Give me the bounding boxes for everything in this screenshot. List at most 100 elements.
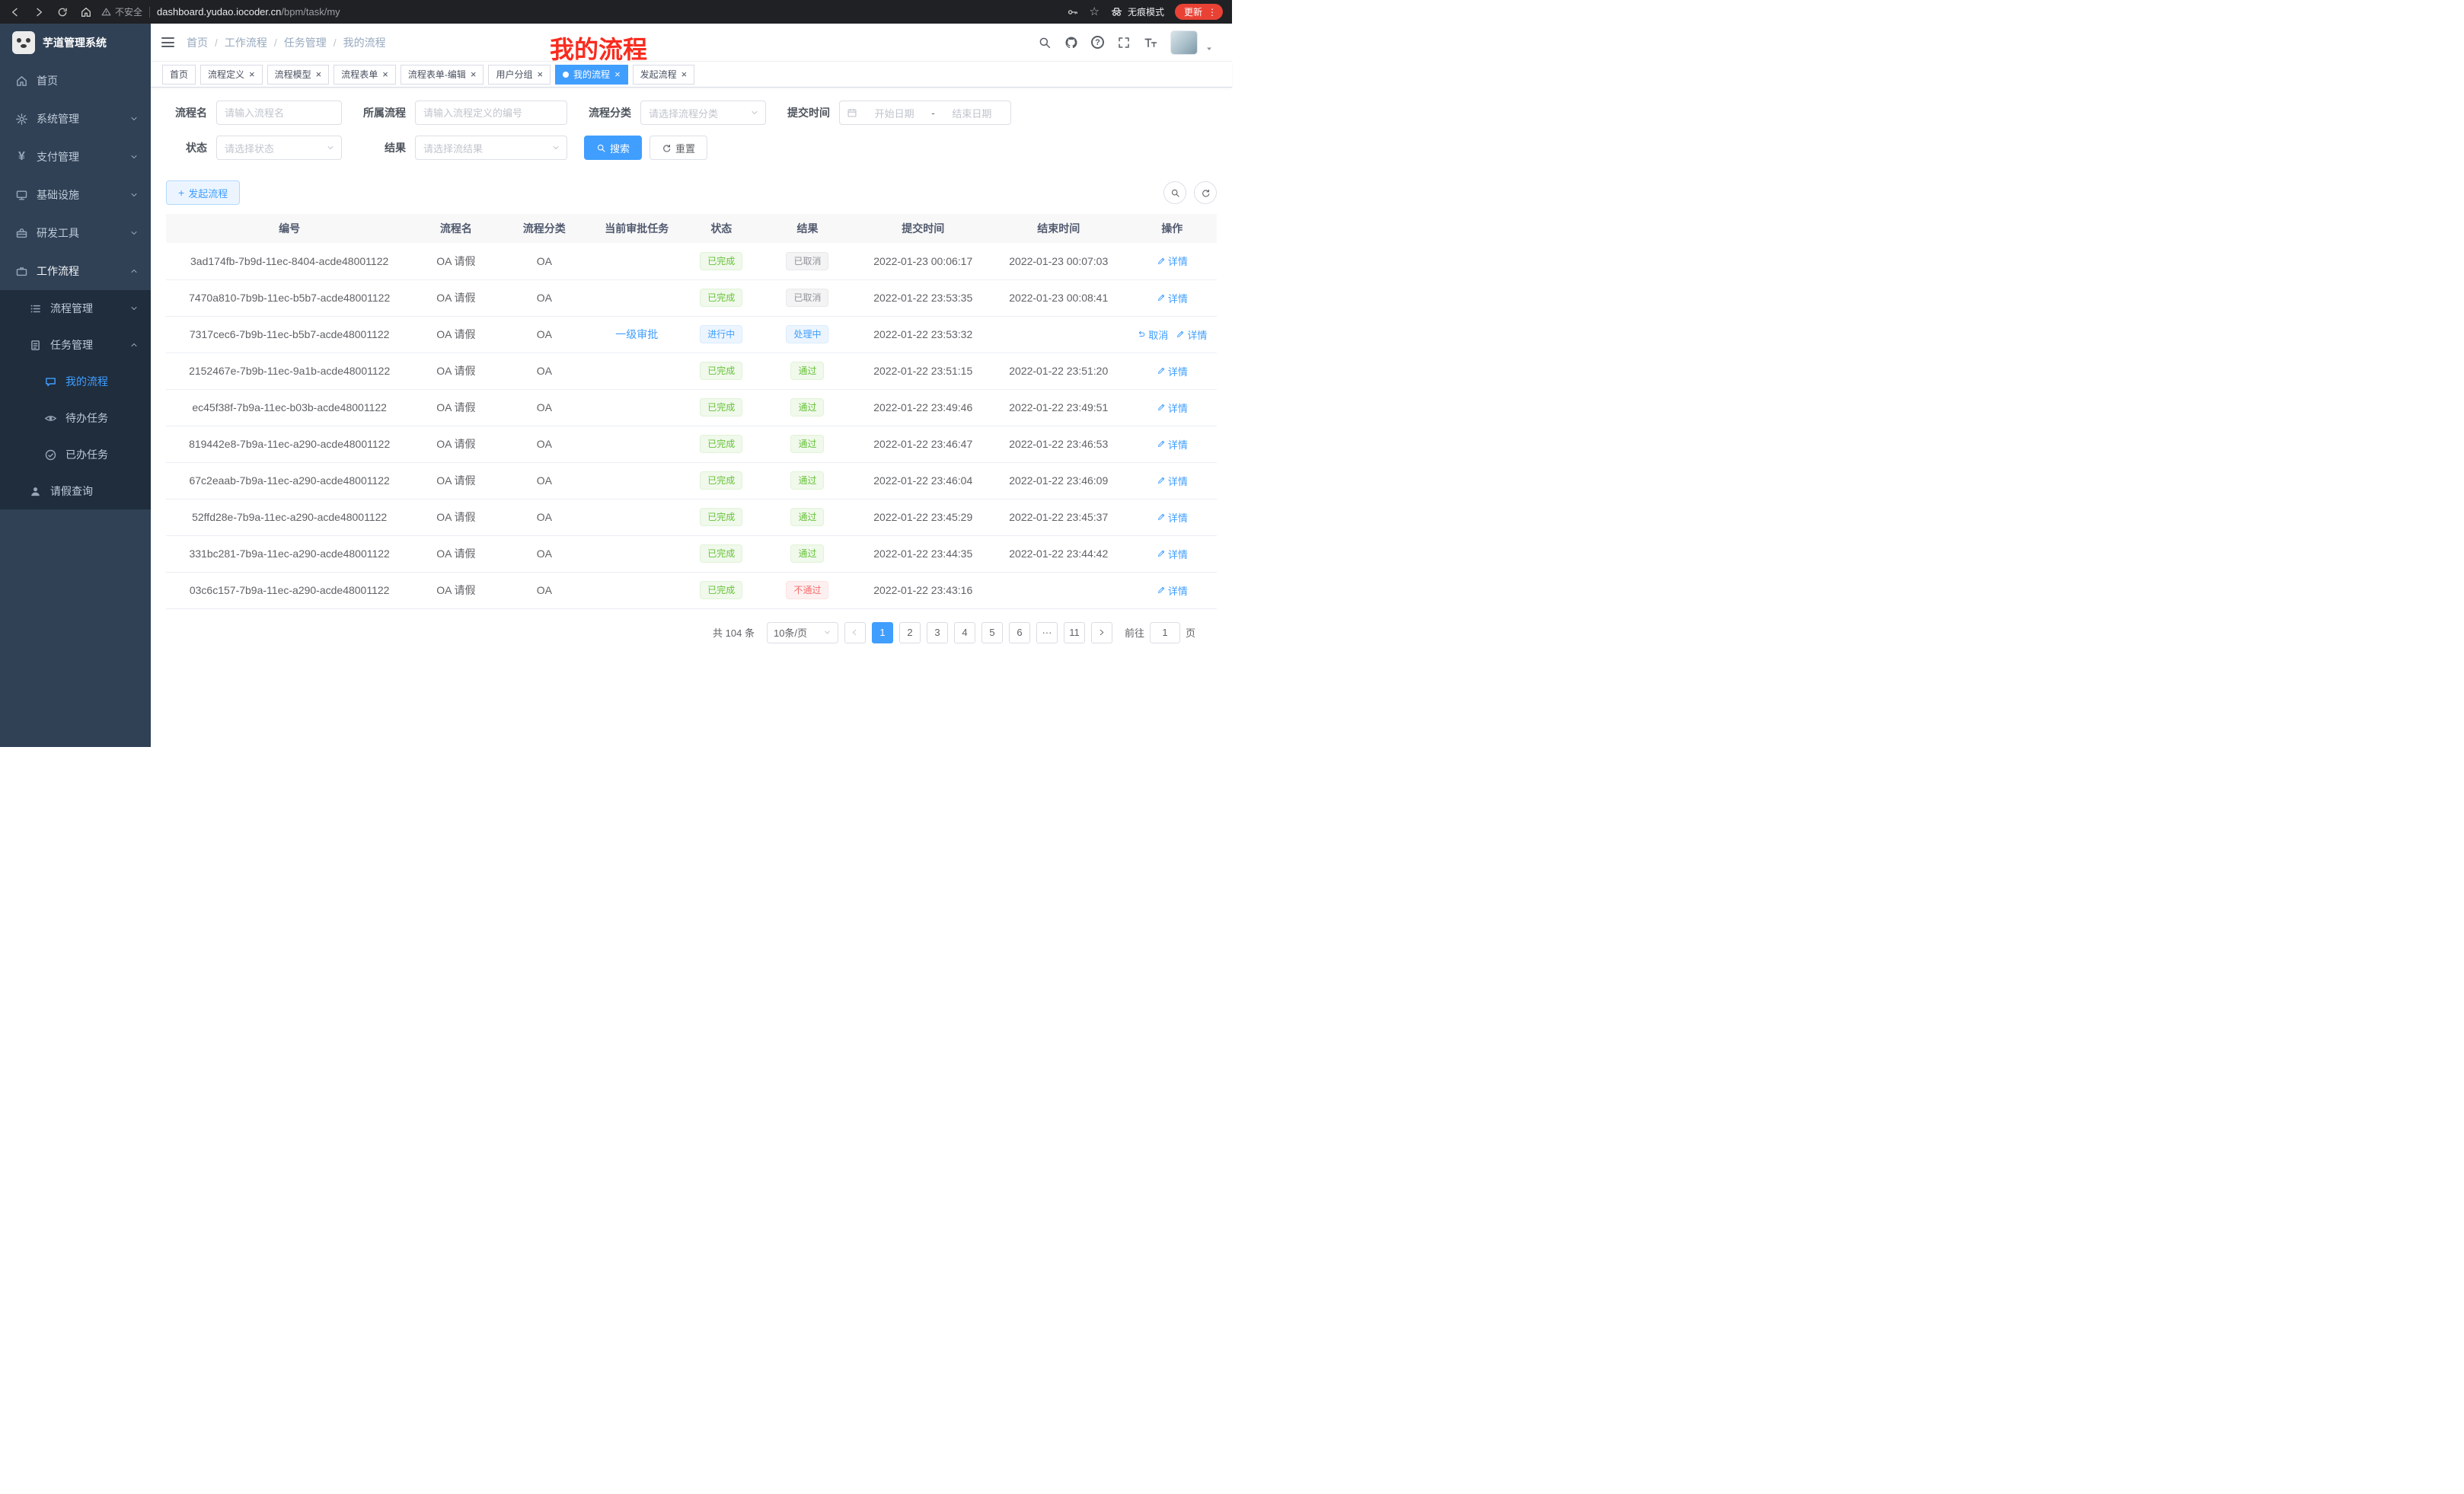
detail-link[interactable]: 详情 xyxy=(1176,327,1207,342)
page-button[interactable]: 1 xyxy=(872,622,893,643)
col-actions: 操作 xyxy=(1128,214,1217,243)
page-button[interactable]: 4 xyxy=(954,622,975,643)
page-button[interactable]: 6 xyxy=(1009,622,1030,643)
sidebar-item-payment[interactable]: ¥ 支付管理 xyxy=(0,138,151,176)
detail-link[interactable]: 详情 xyxy=(1157,254,1188,268)
page-size-select[interactable]: 10条/页 xyxy=(767,622,838,643)
col-submit-time: 提交时间 xyxy=(857,214,990,243)
end-date-placeholder[interactable]: 结束日期 xyxy=(940,106,1004,120)
fullscreen-icon[interactable] xyxy=(1117,36,1131,49)
process-definition-input[interactable] xyxy=(415,101,567,125)
cell-submit-time: 2022-01-23 00:06:17 xyxy=(857,243,990,279)
bookmark-star-icon[interactable]: ☆ xyxy=(1090,6,1100,18)
tab-my-process[interactable]: 我的流程× xyxy=(555,65,628,85)
tab-close-icon[interactable]: × xyxy=(537,69,543,79)
start-date-placeholder[interactable]: 开始日期 xyxy=(863,106,926,120)
browser-menu-icon[interactable]: ⋮ xyxy=(1208,8,1217,17)
status-select[interactable]: 请选择状态 xyxy=(216,136,342,160)
help-icon[interactable]: ? xyxy=(1091,36,1104,49)
goto-page-input[interactable] xyxy=(1150,622,1180,643)
sidebar-item-system[interactable]: 系统管理 xyxy=(0,100,151,138)
sidebar-item-workflow[interactable]: 工作流程 xyxy=(0,252,151,290)
site-security-badge[interactable]: 不安全 xyxy=(101,5,142,18)
github-icon[interactable] xyxy=(1064,36,1078,49)
sidebar-item-task-mgmt[interactable]: 任务管理 xyxy=(0,327,151,363)
detail-link[interactable]: 详情 xyxy=(1157,547,1188,561)
start-process-button[interactable]: + 发起流程 xyxy=(166,180,240,205)
refresh-table-button[interactable] xyxy=(1194,181,1217,204)
tab-home[interactable]: 首页 xyxy=(162,65,196,85)
page-button[interactable]: 2 xyxy=(899,622,921,643)
detail-link[interactable]: 详情 xyxy=(1157,474,1188,488)
address-bar[interactable]: 不安全 dashboard.yudao.iocoder.cn/bpm/task/… xyxy=(101,5,1067,18)
font-size-icon[interactable] xyxy=(1144,36,1157,49)
more-pages-button[interactable]: ··· xyxy=(1036,622,1058,643)
breadcrumb: 首页 / 工作流程 / 任务管理 / 我的流程 xyxy=(187,35,386,50)
cell-actions: 详情 xyxy=(1128,389,1217,426)
detail-link[interactable]: 详情 xyxy=(1157,583,1188,598)
tab-start-process[interactable]: 发起流程× xyxy=(633,65,695,85)
next-page-button[interactable] xyxy=(1091,622,1112,643)
tab-process-form[interactable]: 流程表单× xyxy=(334,65,396,85)
caret-down-icon[interactable] xyxy=(1205,44,1214,53)
tab-close-icon[interactable]: × xyxy=(249,69,255,79)
browser-home-icon[interactable] xyxy=(80,6,92,18)
breadcrumb-separator: / xyxy=(215,37,218,49)
breadcrumb-task-mgmt[interactable]: 任务管理 xyxy=(284,35,327,50)
task-link[interactable]: 一级审批 xyxy=(615,328,658,340)
show-search-button[interactable] xyxy=(1163,181,1186,204)
category-select[interactable]: 请选择流程分类 xyxy=(640,101,766,125)
cell-submit-time: 2022-01-22 23:46:04 xyxy=(857,462,990,499)
sidebar-item-leave-query[interactable]: 请假查询 xyxy=(0,473,151,509)
tab-process-definition[interactable]: 流程定义× xyxy=(200,65,263,85)
forward-icon[interactable] xyxy=(33,6,45,18)
result-select[interactable]: 请选择流结果 xyxy=(415,136,567,160)
avatar[interactable] xyxy=(1170,30,1198,55)
tab-process-model[interactable]: 流程模型× xyxy=(267,65,330,85)
detail-link[interactable]: 详情 xyxy=(1157,364,1188,378)
sidebar-item-my-process[interactable]: 我的流程 xyxy=(0,363,151,400)
tab-close-icon[interactable]: × xyxy=(471,69,477,79)
tab-close-icon[interactable]: × xyxy=(316,69,322,79)
incognito-label: 无痕模式 xyxy=(1128,5,1164,18)
breadcrumb-home[interactable]: 首页 xyxy=(187,35,208,50)
cell-category: OA xyxy=(499,243,589,279)
detail-link[interactable]: 详情 xyxy=(1157,401,1188,415)
breadcrumb-workflow[interactable]: 工作流程 xyxy=(225,35,267,50)
sidebar-item-todo-tasks[interactable]: 待办任务 xyxy=(0,400,151,436)
status-tag: 已完成 xyxy=(700,508,742,526)
sidebar-item-infrastructure[interactable]: 基础设施 xyxy=(0,176,151,214)
sidebar-item-process-mgmt[interactable]: 流程管理 xyxy=(0,290,151,327)
cell-result: 不通过 xyxy=(758,572,856,608)
reload-icon[interactable] xyxy=(56,6,69,18)
detail-link[interactable]: 详情 xyxy=(1157,510,1188,525)
warning-icon xyxy=(101,7,111,17)
sidebar-item-done-tasks[interactable]: 已办任务 xyxy=(0,436,151,473)
detail-link[interactable]: 详情 xyxy=(1157,437,1188,452)
tab-process-form-edit[interactable]: 流程表单-编辑× xyxy=(401,65,484,85)
search-icon[interactable] xyxy=(1038,36,1052,49)
prev-page-button[interactable] xyxy=(844,622,866,643)
tab-user-group[interactable]: 用户分组× xyxy=(488,65,551,85)
process-name-input[interactable] xyxy=(216,101,342,125)
url-text[interactable]: dashboard.yudao.iocoder.cn/bpm/task/my xyxy=(157,6,340,18)
tab-close-icon[interactable]: × xyxy=(382,69,388,79)
tab-close-icon[interactable]: × xyxy=(681,69,688,79)
search-button[interactable]: 搜索 xyxy=(584,136,642,160)
hamburger-icon[interactable] xyxy=(161,37,174,47)
app-logo[interactable]: 芋道管理系统 xyxy=(0,24,151,62)
tab-close-icon[interactable]: × xyxy=(614,69,621,79)
cell-actions: 详情 xyxy=(1128,353,1217,389)
key-icon[interactable] xyxy=(1067,6,1079,18)
page-button[interactable]: 3 xyxy=(927,622,948,643)
submit-time-range-picker[interactable]: 开始日期 - 结束日期 xyxy=(839,101,1011,125)
back-icon[interactable] xyxy=(9,6,21,18)
sidebar-item-home[interactable]: 首页 xyxy=(0,62,151,100)
page-button[interactable]: 11 xyxy=(1064,622,1085,643)
detail-link[interactable]: 详情 xyxy=(1157,291,1188,305)
reset-button[interactable]: 重置 xyxy=(650,136,707,160)
page-button[interactable]: 5 xyxy=(981,622,1003,643)
update-button[interactable]: 更新 ⋮ xyxy=(1175,4,1223,20)
cancel-link[interactable]: 取消 xyxy=(1137,327,1168,342)
sidebar-item-devtools[interactable]: 研发工具 xyxy=(0,214,151,252)
